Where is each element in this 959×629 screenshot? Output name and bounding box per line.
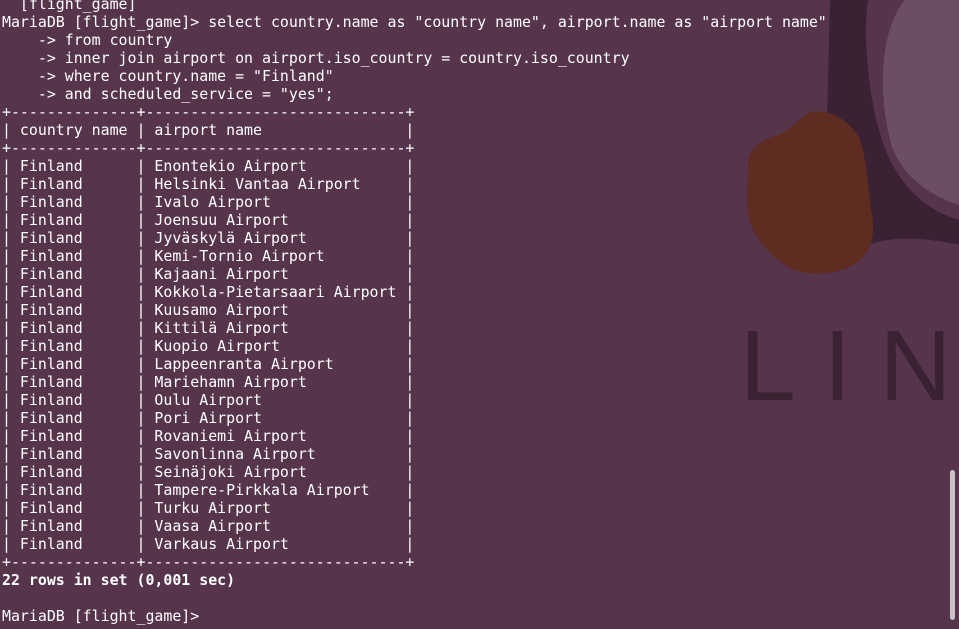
table-row: | Finland | Seinäjoki Airport | [2, 463, 415, 481]
query-line: -> inner join airport on airport.iso_cou… [2, 49, 630, 67]
table-border-bottom: +--------------+------------------------… [2, 553, 415, 571]
partial-previous-line: [flight_game] [2, 0, 137, 13]
table-row: | Finland | Vaasa Airport | [2, 517, 415, 535]
terminal-output: [flight_game] MariaDB [flight_game]> sele… [2, 0, 827, 625]
query-line: -> where country.name = "Finland" [2, 67, 334, 85]
table-row: | Finland | Turku Airport | [2, 499, 415, 517]
query-line: MariaDB [flight_game]> select country.na… [2, 13, 827, 31]
query-line: -> from country [2, 31, 173, 49]
table-row: | Finland | Oulu Airport | [2, 391, 415, 409]
terminal-scrollbar[interactable] [950, 470, 955, 620]
table-border-mid: +--------------+------------------------… [2, 139, 415, 157]
table-row: | Finland | Ivalo Airport | [2, 193, 415, 211]
table-row: | Finland | Savonlinna Airport | [2, 445, 415, 463]
table-border-top: +--------------+------------------------… [2, 103, 415, 121]
table-row: | Finland | Kittilä Airport | [2, 319, 415, 337]
table-row: | Finland | Lappeenranta Airport | [2, 355, 415, 373]
mariadb-prompt[interactable]: MariaDB [flight_game]> [2, 607, 827, 625]
table-row: | Finland | Kokkola-Pietarsaari Airport … [2, 283, 415, 301]
table-row: | Finland | Jyväskylä Airport | [2, 229, 415, 247]
result-summary: 22 rows in set (0,001 sec) [2, 571, 236, 589]
table-row: | Finland | Varkaus Airport | [2, 535, 415, 553]
table-row: | Finland | Joensuu Airport | [2, 211, 415, 229]
table-row: | Finland | Helsinki Vantaa Airport | [2, 175, 415, 193]
table-row: | Finland | Rovaniemi Airport | [2, 427, 415, 445]
table-row: | Finland | Pori Airport | [2, 409, 415, 427]
table-row: | Finland | Kemi-Tornio Airport | [2, 247, 415, 265]
table-row: | Finland | Kuusamo Airport | [2, 301, 415, 319]
block-cursor-icon [208, 608, 216, 623]
table-row: | Finland | Tampere-Pirkkala Airport | [2, 481, 415, 499]
table-row: | Finland | Kajaani Airport | [2, 265, 415, 283]
table-header-row: | country name | airport name | [2, 121, 415, 139]
terminal-window[interactable]: LIN [flight_game] MariaDB [flight_game]> … [0, 0, 959, 629]
query-line: -> and scheduled_service = "yes"; [2, 85, 334, 103]
table-row: | Finland | Mariehamn Airport | [2, 373, 415, 391]
table-row: | Finland | Kuopio Airport | [2, 337, 415, 355]
table-row: | Finland | Enontekio Airport | [2, 157, 415, 175]
